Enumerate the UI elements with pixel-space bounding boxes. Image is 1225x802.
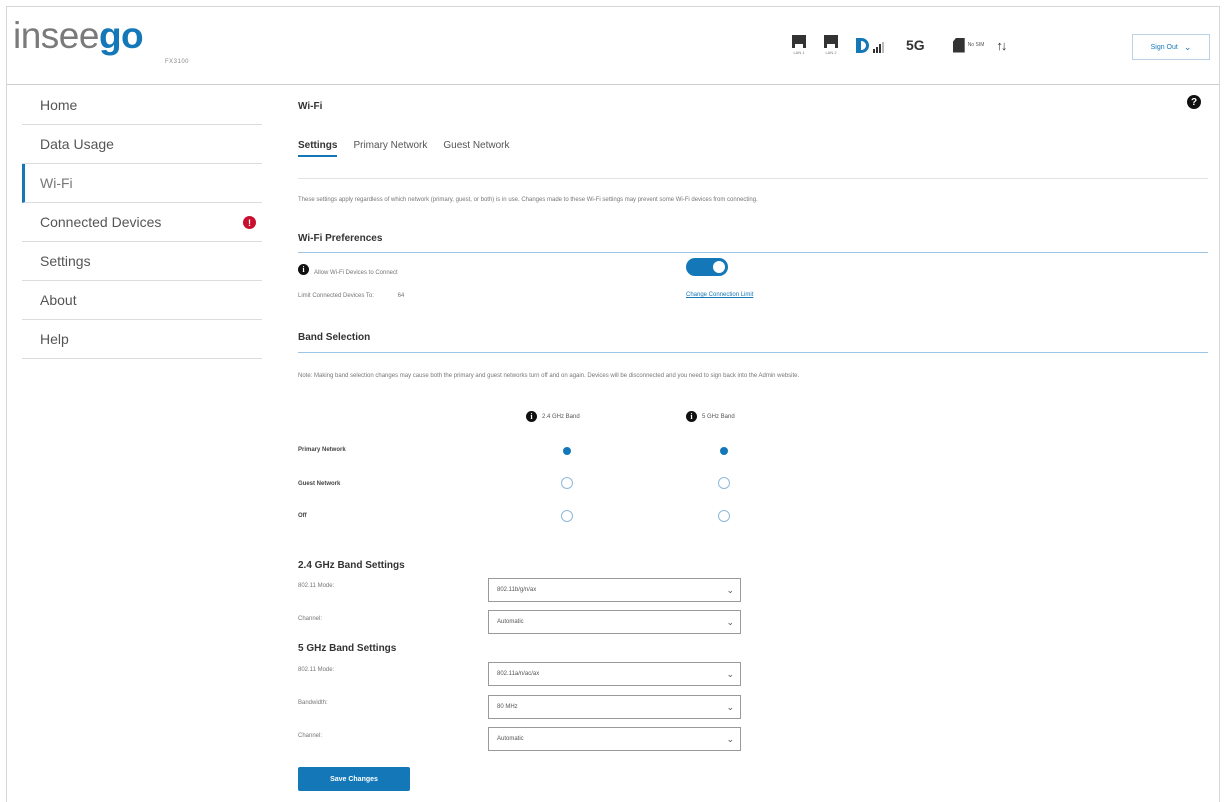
band-5-bandwidth-select[interactable]: 80 MHz ⌄ — [488, 695, 741, 719]
guest-network-row-label: Guest Network — [298, 481, 341, 487]
band-selection-title: Band Selection — [298, 332, 371, 343]
sidebar-item-label: Connected Devices — [40, 214, 162, 230]
header: inseego FX3100 — [7, 7, 1219, 85]
sidebar-item-help[interactable]: Help — [22, 320, 262, 359]
band-24-header: i 2.4 GHz Band — [526, 411, 580, 422]
allow-devices-label: Allow Wi-Fi Devices to Connect — [314, 270, 398, 276]
chevron-down-icon: ⌄ — [726, 734, 734, 744]
band-5-channel-select[interactable]: Automatic ⌄ — [488, 727, 741, 751]
sidebar-item-settings[interactable]: Settings — [22, 242, 262, 281]
limit-devices-label: Limit Connected Devices To: — [298, 293, 374, 299]
lan2-port-icon: LAN 2 — [820, 34, 842, 56]
band-5-bandwidth-value: 80 MHz — [497, 704, 518, 710]
guest-24-radio[interactable] — [561, 477, 573, 489]
tab-settings[interactable]: Settings — [298, 140, 338, 157]
chevron-down-icon: ⌄ — [726, 702, 734, 712]
lan1-port-label: LAN 1 — [793, 49, 805, 55]
sim-status-text: No SIM — [967, 42, 985, 48]
sidebar-item-label: About — [40, 292, 77, 308]
sidebar-item-label: Wi-Fi — [40, 175, 73, 191]
info-icon[interactable]: i — [686, 411, 697, 422]
band-24-header-label: 2.4 GHz Band — [542, 413, 580, 420]
band-5-settings-title: 5 GHz Band Settings — [298, 643, 397, 654]
tab-guest-network[interactable]: Guest Network — [443, 140, 509, 157]
wifi-preferences-title: Wi-Fi Preferences — [298, 233, 383, 244]
band-24-mode-value: 802.11b/g/n/ax — [497, 587, 537, 593]
inseego-logo[interactable]: inseego — [13, 15, 144, 57]
band-24-channel-select[interactable]: Automatic ⌄ — [488, 610, 741, 634]
sign-out-button[interactable]: Sign Out ⌄ — [1132, 34, 1210, 60]
band-5-bandwidth-label: Bandwidth: — [298, 700, 328, 706]
band-5-channel-label: Channel: — [298, 733, 323, 739]
help-icon[interactable]: ? — [1187, 95, 1201, 109]
tab-primary-network[interactable]: Primary Network — [353, 140, 427, 157]
chevron-down-icon: ⌄ — [726, 669, 734, 679]
chevron-down-icon: ⌄ — [726, 585, 734, 595]
chevron-down-icon: ⌄ — [726, 617, 734, 627]
network-type: 5G — [906, 37, 925, 53]
band-5-mode-select[interactable]: 802.11a/n/ac/ax ⌄ — [488, 662, 741, 686]
sidebar-item-label: Help — [40, 331, 69, 347]
sidebar-item-label: Data Usage — [40, 136, 114, 152]
limit-devices-row: Limit Connected Devices To: 64 — [298, 293, 404, 299]
allow-devices-row: i Allow Wi-Fi Devices to Connect — [298, 261, 398, 279]
off-24-radio[interactable] — [561, 510, 573, 522]
band-24-channel-value: Automatic — [497, 619, 524, 625]
sidebar-item-label: Home — [40, 97, 78, 113]
page-title: Wi-Fi — [298, 101, 323, 112]
band-5-header: i 5 GHz Band — [686, 411, 735, 422]
sign-out-label: Sign Out — [1150, 43, 1178, 51]
signal-strength-icon — [856, 37, 884, 53]
band-5-header-label: 5 GHz Band — [702, 413, 735, 420]
change-connection-limit-link[interactable]: Change Connection Limit — [686, 292, 753, 298]
tab-bar: Settings Primary Network Guest Network — [298, 140, 510, 157]
device-model: FX3100 — [165, 59, 190, 65]
sidebar-nav: Home Data Usage Wi-Fi Connected Devices … — [22, 86, 262, 359]
band-24-mode-label: 802.11 Mode: — [298, 583, 335, 589]
info-icon[interactable]: i — [298, 264, 309, 276]
status-bar: LAN 1 LAN 2 5G No SIM ↑↓ — [788, 30, 1007, 60]
guest-5-radio[interactable] — [718, 477, 730, 489]
info-icon[interactable]: i — [526, 411, 537, 422]
off-5-radio[interactable] — [718, 510, 730, 522]
sidebar-item-about[interactable]: About — [22, 281, 262, 320]
band-5-mode-label: 802.11 Mode: — [298, 667, 335, 673]
sidebar-item-home[interactable]: Home — [22, 86, 262, 125]
sidebar-item-connected-devices[interactable]: Connected Devices ! — [22, 203, 262, 242]
primary-5-radio[interactable] — [718, 445, 730, 457]
alert-badge-icon: ! — [243, 216, 256, 229]
primary-24-radio[interactable] — [561, 445, 573, 457]
logo-suffix: go — [98, 15, 144, 56]
band-24-settings-title: 2.4 GHz Band Settings — [298, 560, 405, 571]
primary-network-row-label: Primary Network — [298, 447, 346, 453]
sim-status: No SIM — [952, 37, 985, 53]
band-5-channel-value: Automatic — [497, 736, 524, 742]
chevron-down-icon: ⌄ — [1183, 41, 1192, 52]
intro-text: These settings apply regardless of which… — [298, 197, 758, 203]
section-divider — [298, 352, 1208, 353]
sim-card-icon — [952, 37, 965, 53]
limit-devices-value: 64 — [397, 293, 405, 299]
tabs-divider — [298, 178, 1208, 179]
save-changes-button[interactable]: Save Changes — [298, 767, 410, 791]
band-24-mode-select[interactable]: 802.11b/g/n/ax ⌄ — [488, 578, 741, 602]
lan2-port-label: LAN 2 — [825, 49, 837, 55]
off-row-label: Off — [298, 513, 307, 519]
sidebar-item-data-usage[interactable]: Data Usage — [22, 125, 262, 164]
section-divider — [298, 252, 1208, 253]
sidebar-item-label: Settings — [40, 253, 91, 269]
band-selection-note: Note: Making band selection changes may … — [298, 373, 800, 379]
band-24-channel-label: Channel: — [298, 616, 323, 622]
data-transfer-icon: ↑↓ — [996, 37, 1007, 53]
sidebar-item-wifi[interactable]: Wi-Fi — [22, 164, 262, 203]
logo-prefix: insee — [13, 15, 99, 56]
lan1-port-icon: LAN 1 — [788, 34, 810, 56]
band-5-mode-value: 802.11a/n/ac/ax — [497, 671, 540, 677]
allow-devices-toggle[interactable] — [686, 258, 728, 276]
